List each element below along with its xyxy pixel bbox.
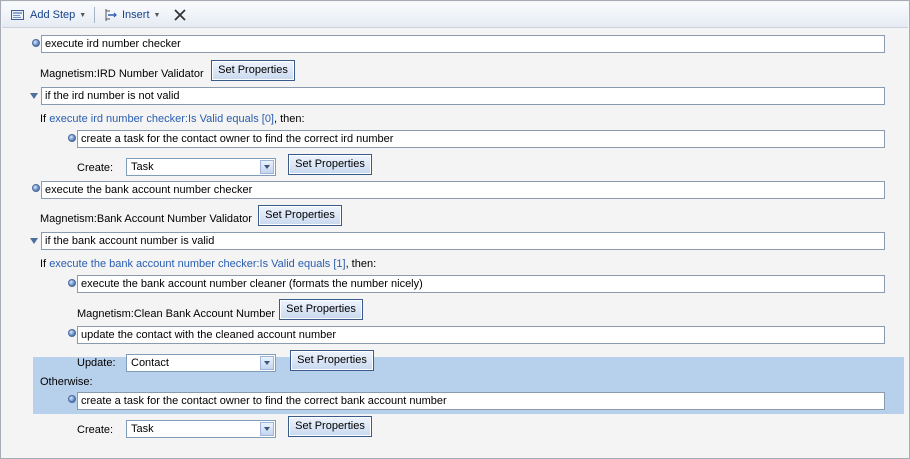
condition-description-input[interactable]: if the bank account number is valid (41, 232, 885, 250)
if-keyword: If (40, 113, 47, 125)
add-step-label: Add Step (30, 9, 76, 21)
condition-rule: If execute ird number checker:Is Valid e… (40, 113, 305, 125)
update-label: Update: (77, 357, 116, 369)
otherwise-label: Otherwise: (40, 376, 93, 388)
step-description-input[interactable]: update the contact with the cleaned acco… (77, 326, 885, 344)
set-properties-button[interactable]: Set Properties (279, 299, 363, 320)
step-bullet-icon (68, 329, 76, 337)
create-label: Create: (77, 424, 114, 436)
step-bullet-icon (32, 184, 40, 192)
condition-link[interactable]: execute ird number checker:Is Valid equa… (49, 113, 274, 125)
step-description-input[interactable]: execute the bank account number cleaner … (77, 275, 885, 293)
add-step-button[interactable]: Add Step ▼ (11, 7, 86, 23)
add-step-icon (11, 9, 25, 21)
insert-label: Insert (122, 9, 150, 21)
then-keyword: , then: (345, 258, 377, 270)
create-entity-select[interactable]: Task (126, 158, 276, 176)
step-bullet-icon (68, 395, 76, 403)
then-keyword: , then: (274, 113, 305, 125)
condition-rule: If execute the bank account number check… (40, 258, 376, 270)
update-entity-value: Contact (131, 357, 169, 369)
collapse-triangle-icon[interactable] (30, 238, 38, 244)
step-bullet-icon (68, 279, 76, 287)
condition-link[interactable]: execute the bank account number checker:… (49, 258, 345, 270)
step-description-input[interactable]: execute ird number checker (41, 35, 885, 53)
chevron-down-icon: ▼ (153, 11, 161, 19)
set-properties-button[interactable]: Set Properties (290, 350, 374, 371)
step-description-input[interactable]: create a task for the contact owner to f… (77, 392, 885, 410)
collapse-triangle-icon[interactable] (30, 93, 38, 99)
condition-description-input[interactable]: if the ird number is not valid (41, 87, 885, 105)
step-bullet-icon (68, 134, 76, 142)
chevron-down-icon: ▼ (79, 11, 87, 19)
chevron-down-icon (260, 422, 274, 436)
create-entity-value: Task (131, 423, 154, 435)
step-type-label: Magnetism:Bank Account Number Validator (40, 213, 252, 225)
set-properties-button[interactable]: Set Properties (211, 60, 295, 81)
toolbar-separator (94, 7, 95, 23)
toolbar: Add Step ▼ Insert ▼ (2, 2, 908, 28)
create-label: Create: (77, 162, 114, 174)
chevron-down-icon (260, 160, 274, 174)
set-properties-button[interactable]: Set Properties (258, 205, 342, 226)
create-entity-value: Task (131, 161, 154, 173)
step-bullet-icon (32, 39, 40, 47)
insert-button[interactable]: Insert ▼ (104, 7, 160, 23)
step-type-label: Magnetism:IRD Number Validator (40, 68, 204, 80)
set-properties-button[interactable]: Set Properties (288, 154, 372, 175)
update-entity-select[interactable]: Contact (126, 354, 276, 372)
set-properties-button[interactable]: Set Properties (288, 416, 372, 437)
step-description-input[interactable]: execute the bank account number checker (41, 181, 885, 199)
create-entity-select[interactable]: Task (126, 420, 276, 438)
step-type-label: Magnetism:Clean Bank Account Number (77, 308, 276, 320)
close-icon (173, 8, 187, 22)
step-description-input[interactable]: create a task for the contact owner to f… (77, 130, 885, 148)
insert-icon (104, 8, 118, 22)
chevron-down-icon (260, 356, 274, 370)
delete-button[interactable] (173, 7, 187, 23)
if-keyword: If (40, 258, 47, 270)
